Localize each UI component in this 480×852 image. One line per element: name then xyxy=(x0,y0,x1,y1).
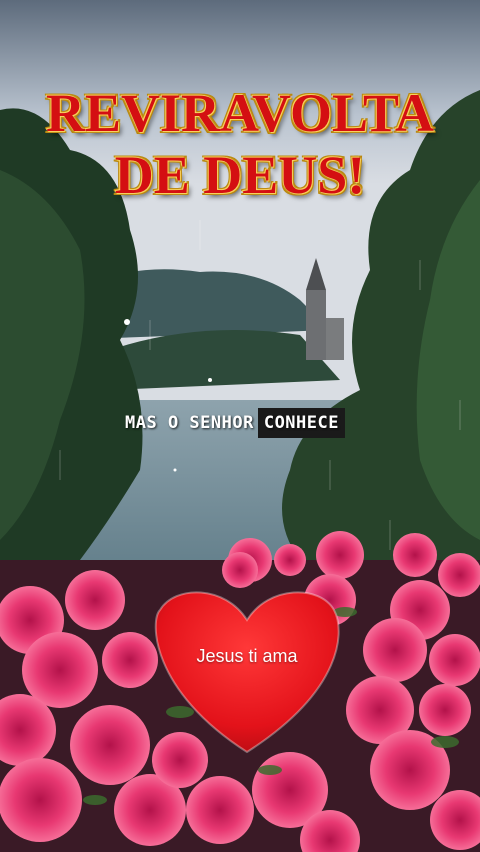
title-line-1: REVIRAVOLTA xyxy=(45,83,435,143)
heart-label: Jesus ti ama xyxy=(196,646,298,666)
title-line-2: DE DEUS! xyxy=(114,145,366,205)
heart-badge: Jesus ti ama xyxy=(156,588,338,756)
caption-part-1: MAS O SENHOR xyxy=(125,413,254,433)
subtitle-caption: MAS O SENHOR CONHECE xyxy=(122,408,345,438)
caption-part-2: CONHECE xyxy=(257,408,345,438)
